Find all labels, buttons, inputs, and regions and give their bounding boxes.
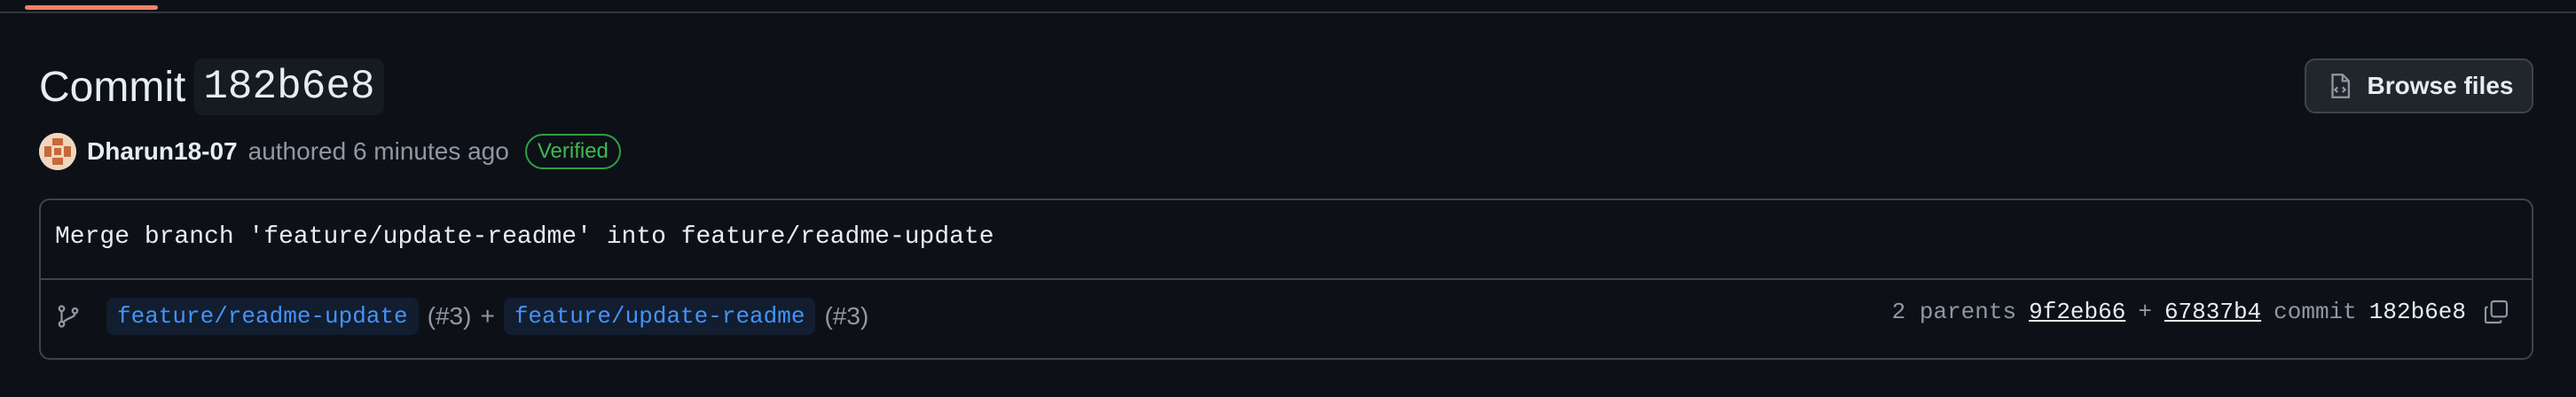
commit-message: Merge branch 'feature/update-readme' int…: [55, 223, 994, 251]
page-title: Commit 182b6e8: [39, 58, 384, 115]
commit-meta: Dharun18-07 authored 6 minutes ago Verif…: [39, 133, 621, 170]
parent-sha-link[interactable]: 9f2eb66: [2029, 299, 2125, 325]
git-branch-icon: [58, 305, 79, 328]
commit-message-box: Merge branch 'feature/update-readme' int…: [39, 198, 2533, 360]
parent-sha-link[interactable]: 67837b4: [2164, 299, 2261, 325]
branch-link[interactable]: feature/update-readme: [503, 298, 816, 335]
divider: [41, 278, 2532, 280]
authored-time: authored 6 minutes ago: [247, 137, 509, 165]
avatar-pattern: [39, 133, 76, 170]
avatar[interactable]: [39, 133, 76, 170]
commit-label: commit: [2274, 299, 2357, 325]
active-tab-indicator: [25, 5, 158, 10]
parents-label: 2 parents: [1891, 299, 2017, 325]
copy-icon[interactable]: [2482, 298, 2510, 326]
browse-files-label: Browse files: [2367, 72, 2514, 99]
branch-separator: +: [480, 302, 495, 330]
title-commit-sha[interactable]: 182b6e8: [194, 58, 384, 115]
verified-badge[interactable]: Verified: [524, 134, 621, 169]
author-link[interactable]: Dharun18-07: [87, 137, 238, 166]
top-nav-bar: [0, 0, 2576, 13]
commit-sha: 182b6e8: [2368, 299, 2466, 325]
parents-info: 2 parents 9f2eb66 + 67837b4 commit 182b6…: [1892, 298, 2510, 326]
browse-files-button[interactable]: Browse files: [2305, 58, 2533, 113]
pr-reference[interactable]: (#3): [824, 302, 868, 331]
branch-list: feature/readme-update (#3) + feature/upd…: [55, 298, 868, 335]
parents-separator: +: [2138, 299, 2152, 325]
branch-link[interactable]: feature/readme-update: [106, 298, 419, 335]
pr-reference[interactable]: (#3): [428, 302, 472, 331]
file-code-icon: [2330, 74, 2350, 98]
title-word: Commit: [39, 63, 186, 111]
